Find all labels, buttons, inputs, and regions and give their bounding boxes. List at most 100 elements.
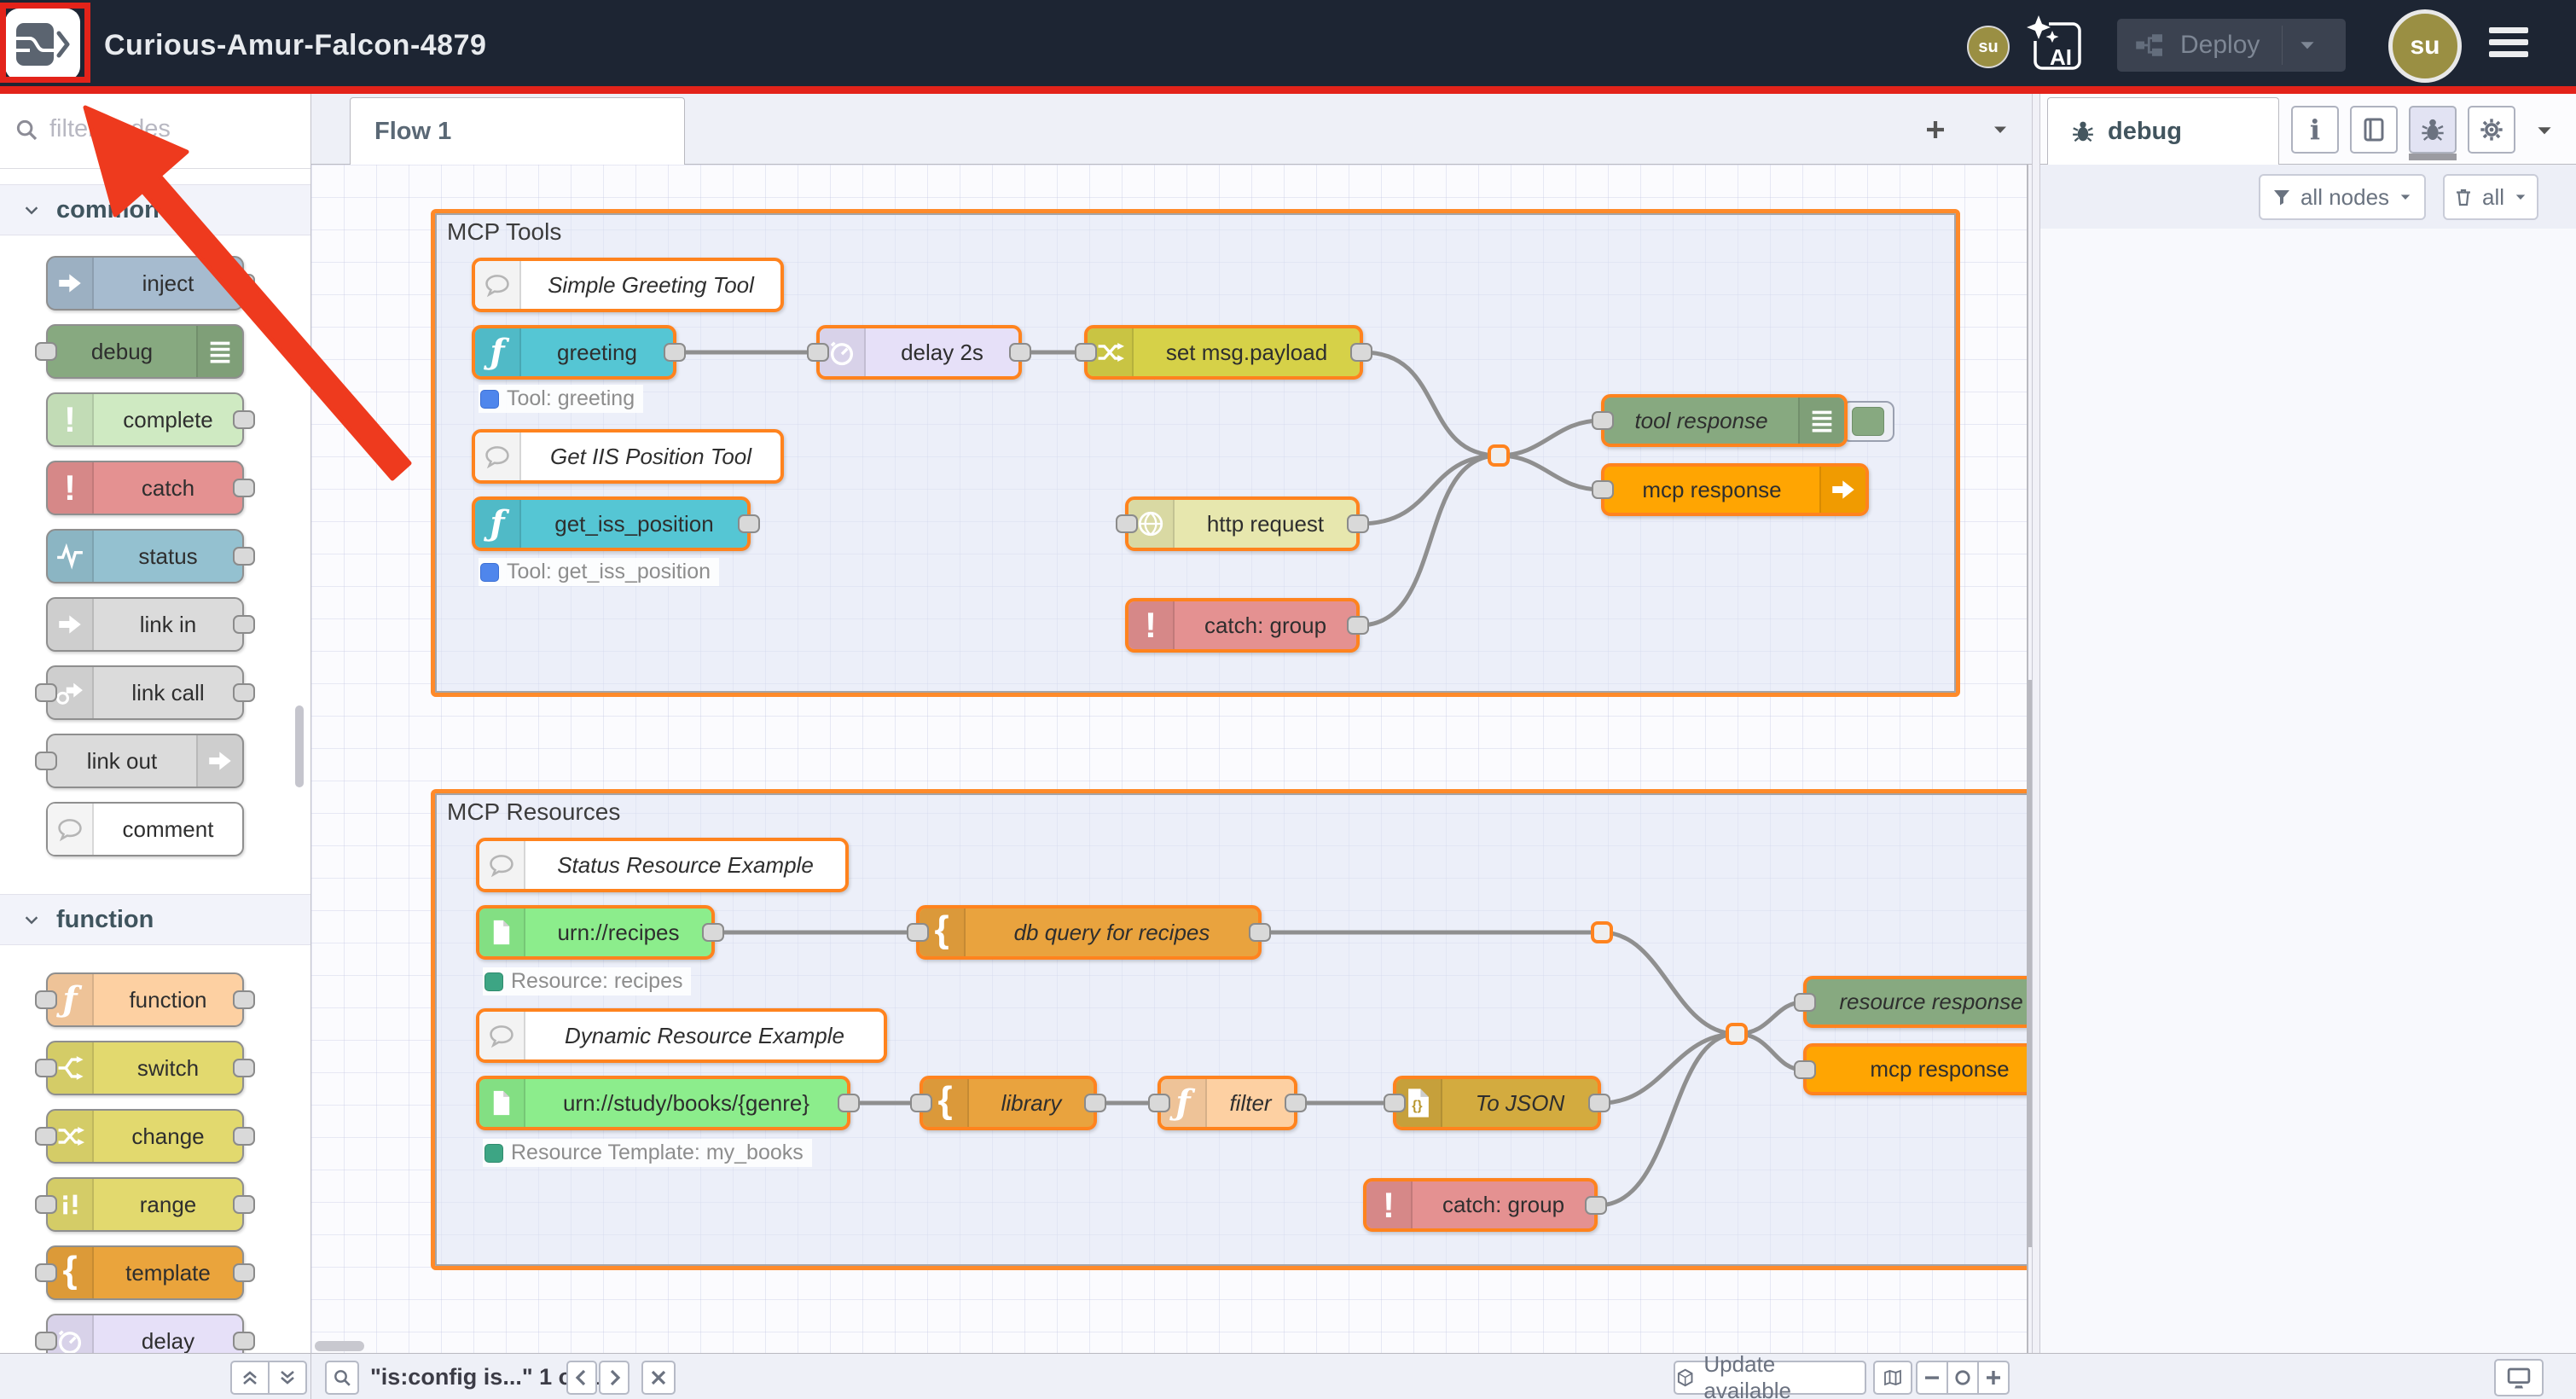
node-mcp-response-resources[interactable]: mcp response <box>1803 1043 2039 1095</box>
node-input-port[interactable] <box>35 1195 57 1214</box>
search-prev-button[interactable] <box>566 1361 597 1395</box>
node-input-port[interactable] <box>1592 480 1614 499</box>
node-output-port[interactable] <box>1588 1094 1610 1112</box>
node-input-port[interactable] <box>35 990 57 1009</box>
node-tool-response[interactable]: tool response <box>1601 394 1848 447</box>
sidebar-tab-help-button[interactable] <box>2350 106 2398 154</box>
node-db-query[interactable]: { db query for recipes <box>916 905 1262 960</box>
node-output-port[interactable] <box>1347 514 1369 533</box>
node-catch-group-resources[interactable]: ! catch: group <box>1363 1178 1598 1232</box>
node-mcp-response-tools[interactable]: mcp response <box>1601 463 1869 516</box>
flow-canvas[interactable]: MCP Tools MCP Resources Simple Greeting … <box>311 165 2039 1353</box>
node-output-port[interactable] <box>233 1332 255 1350</box>
expand-sidebar-button[interactable] <box>2494 1359 2544 1396</box>
node-output-port[interactable] <box>233 1059 255 1077</box>
node-output-port[interactable] <box>1585 1196 1607 1215</box>
node-output-port[interactable] <box>1347 616 1369 635</box>
node-output-port[interactable] <box>233 990 255 1009</box>
node-output-port[interactable] <box>1009 343 1031 362</box>
palette-node-debug[interactable]: debug <box>46 324 244 379</box>
palette-category-common[interactable]: common <box>0 184 310 235</box>
zoom-reset-button[interactable] <box>1947 1361 1979 1395</box>
main-menu-button[interactable] <box>2489 27 2528 63</box>
palette-scrollbar[interactable] <box>295 705 304 787</box>
palette-node-change[interactable]: change <box>46 1109 244 1164</box>
node-urn-books[interactable]: urn://study/books/{genre} <box>476 1076 850 1130</box>
junction-resources-1[interactable] <box>1591 921 1613 943</box>
palette-node-delay[interactable]: delay <box>46 1314 244 1353</box>
node-input-port[interactable] <box>1794 1060 1816 1079</box>
palette-node-inject[interactable]: inject <box>46 256 244 311</box>
node-input-port[interactable] <box>1794 993 1816 1012</box>
node-output-port[interactable] <box>233 410 255 429</box>
add-flow-button[interactable] <box>1917 111 1954 148</box>
node-http-request[interactable]: http request <box>1125 496 1360 551</box>
user-avatar-large[interactable]: su <box>2388 9 2462 83</box>
node-input-port[interactable] <box>35 1127 57 1146</box>
debug-enable-toggle[interactable] <box>1842 401 1894 442</box>
palette-node-comment[interactable]: comment <box>46 802 244 856</box>
palette-node-link-call[interactable]: link call <box>46 665 244 720</box>
tab-flow-1[interactable]: Flow 1 <box>350 97 685 165</box>
node-output-port[interactable] <box>233 547 255 566</box>
debug-clear-button[interactable]: all <box>2443 174 2538 220</box>
collapse-categories-button[interactable] <box>230 1361 270 1395</box>
node-input-port[interactable] <box>35 752 57 770</box>
junction-tools[interactable] <box>1488 444 1510 467</box>
palette-node-catch[interactable]: ! catch <box>46 461 244 515</box>
node-output-port[interactable] <box>233 1263 255 1282</box>
palette-node-range[interactable]: range <box>46 1177 244 1232</box>
zoom-in-button[interactable] <box>1977 1361 2010 1395</box>
palette-category-function[interactable]: function <box>0 894 310 945</box>
node-library[interactable]: { library <box>920 1076 1097 1130</box>
node-output-port[interactable] <box>233 274 255 293</box>
node-input-port[interactable] <box>35 683 57 702</box>
node-set-msg-payload[interactable]: set msg.payload <box>1084 325 1363 380</box>
flow-list-caret-button[interactable] <box>1981 111 2019 148</box>
node-input-port[interactable] <box>35 1059 57 1077</box>
node-comment-status-resource[interactable]: Status Resource Example <box>476 838 849 892</box>
sidebar-tab-debug[interactable]: debug <box>2047 97 2279 165</box>
update-available-button[interactable]: Update available <box>1674 1361 1866 1395</box>
deploy-button[interactable]: Deploy <box>2117 19 2346 72</box>
node-output-port[interactable] <box>1285 1094 1307 1112</box>
sidebar-resize-handle[interactable] <box>2032 90 2040 1399</box>
node-output-port[interactable] <box>233 683 255 702</box>
sidebar-tab-config-button[interactable] <box>2468 106 2515 154</box>
node-output-port[interactable] <box>1249 923 1271 942</box>
node-input-port[interactable] <box>1116 514 1138 533</box>
node-comment-get-iss[interactable]: Get IIS Position Tool <box>472 429 784 484</box>
node-output-port[interactable] <box>838 1094 860 1112</box>
palette-node-switch[interactable]: switch <box>46 1041 244 1095</box>
node-output-port[interactable] <box>1350 343 1372 362</box>
user-avatar-small[interactable]: su <box>1967 26 2010 68</box>
node-urn-recipes[interactable]: urn://recipes <box>476 905 715 960</box>
node-output-port[interactable] <box>738 514 760 533</box>
palette-node-link-out[interactable]: link out <box>46 734 244 788</box>
node-output-port[interactable] <box>233 615 255 634</box>
zoom-out-button[interactable] <box>1916 1361 1948 1395</box>
palette-node-template[interactable]: { template <box>46 1245 244 1300</box>
node-output-port[interactable] <box>233 479 255 497</box>
node-input-port[interactable] <box>807 343 829 362</box>
palette-search-input[interactable] <box>48 114 311 144</box>
search-close-button[interactable] <box>641 1361 676 1395</box>
sidebar-menu-caret-icon[interactable] <box>2533 119 2556 142</box>
canvas-search-button[interactable] <box>325 1361 359 1395</box>
node-get-iss-position[interactable]: ƒ get_iss_position <box>472 496 751 551</box>
node-input-port[interactable] <box>35 1263 57 1282</box>
node-delay-2s[interactable]: delay 2s <box>816 325 1022 380</box>
node-output-port[interactable] <box>233 1127 255 1146</box>
node-catch-group-tools[interactable]: ! catch: group <box>1125 598 1360 653</box>
sidebar-tab-debug-button[interactable] <box>2409 106 2457 154</box>
navigator-button[interactable] <box>1873 1361 1912 1395</box>
node-output-port[interactable] <box>664 343 686 362</box>
junction-resources-2[interactable] <box>1726 1023 1748 1045</box>
node-input-port[interactable] <box>907 923 929 942</box>
node-input-port[interactable] <box>910 1094 932 1112</box>
expand-categories-button[interactable] <box>268 1361 307 1395</box>
node-output-port[interactable] <box>233 1195 255 1214</box>
debug-filter-button[interactable]: all nodes <box>2259 174 2426 220</box>
node-comment-dynamic-resource[interactable]: Dynamic Resource Example <box>476 1008 887 1063</box>
node-input-port[interactable] <box>35 342 57 361</box>
